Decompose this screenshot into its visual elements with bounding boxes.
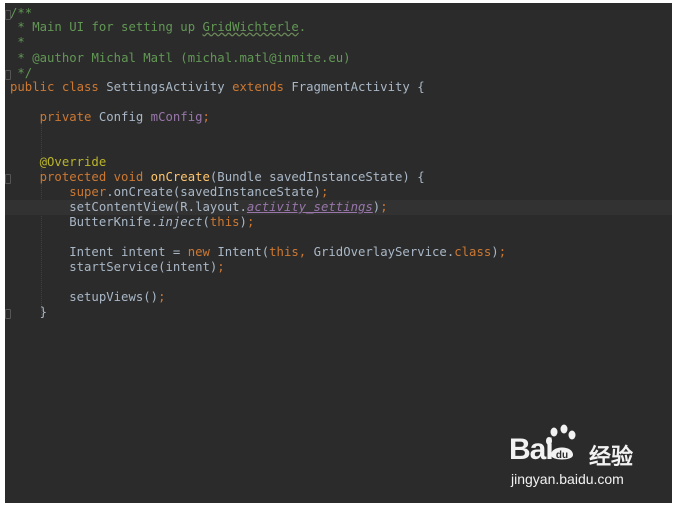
method-name: onCreate xyxy=(150,170,210,184)
code-line-14[interactable]: startService(intent); xyxy=(5,260,672,275)
code-line-1[interactable]: /** xyxy=(5,6,672,21)
paren: ) xyxy=(491,245,499,259)
method-call: startService(intent) xyxy=(10,260,218,274)
keyword: this xyxy=(269,245,299,259)
code-line-9[interactable]: protected void onCreate(Bundle savedInst… xyxy=(5,170,672,185)
static-method: inject xyxy=(158,215,203,229)
method-call: setupViews() xyxy=(10,290,159,304)
comment-text: Main UI for setting up xyxy=(32,20,203,34)
keyword: protected void xyxy=(10,170,151,184)
keyword: this xyxy=(209,215,240,229)
code-line-15[interactable]: setupViews(); xyxy=(5,290,672,305)
comma: , xyxy=(298,245,314,259)
comment-text: * xyxy=(10,51,33,65)
javadoc-tag: @author xyxy=(32,51,85,65)
comment-text: */ xyxy=(10,66,33,80)
keyword: class xyxy=(454,245,492,259)
semicolon: ; xyxy=(217,260,225,274)
type-name: Config xyxy=(98,110,151,124)
comment-text: * xyxy=(10,35,25,49)
method-call: setContentView(R.layout. xyxy=(10,200,247,214)
method-call: .onCreate(savedInstanceState) xyxy=(106,185,321,199)
code-line-13[interactable]: Intent intent = new Intent(this, GridOve… xyxy=(5,245,672,260)
code-line-6[interactable]: public class SettingsActivity extends Fr… xyxy=(5,80,672,95)
comment-text: * xyxy=(10,20,33,34)
keyword: new xyxy=(187,245,218,259)
watermark-url: jingyan.baidu.com xyxy=(511,471,624,487)
constructor-call: Intent( xyxy=(217,245,270,259)
field-name: mConfig xyxy=(150,110,203,124)
paren: ( xyxy=(202,215,210,229)
spelling-warning-text: GridWichterle xyxy=(202,20,299,34)
keyword: super xyxy=(10,185,107,199)
variable-decl: Intent intent = xyxy=(10,245,188,259)
semicolon: ; xyxy=(498,245,507,259)
semicolon: ; xyxy=(246,215,255,229)
semicolon: ; xyxy=(320,185,329,199)
code-line-10[interactable]: super.onCreate(savedInstanceState); xyxy=(5,185,672,200)
code-line-16[interactable]: } xyxy=(5,305,672,320)
comment-text: /** xyxy=(10,6,33,20)
class-name: FragmentActivity { xyxy=(291,80,425,94)
code-line-12[interactable]: ButterKnife.inject(this); xyxy=(5,215,672,230)
svg-text:du: du xyxy=(556,450,568,461)
semicolon: ; xyxy=(158,290,166,304)
closing-brace: } xyxy=(10,305,48,319)
paren: ) xyxy=(239,215,247,229)
code-line-7[interactable]: private Config mConfig; xyxy=(5,110,672,125)
comment-text: Michal Matl (michal.matl@inmite.eu) xyxy=(84,51,351,65)
keyword: private xyxy=(10,110,99,124)
keyword: extends xyxy=(232,80,292,94)
resource-reference[interactable]: activity_settings xyxy=(247,200,373,214)
code-line-11-current[interactable]: setContentView(R.layout.activity_setting… xyxy=(5,200,672,215)
watermark-chinese: 经验 xyxy=(589,445,634,470)
code-line-2[interactable]: * Main UI for setting up GridWichterle. xyxy=(5,20,672,35)
paw-icon: du xyxy=(546,424,576,461)
comment-text: . xyxy=(298,20,307,34)
code-line-8[interactable]: @Override xyxy=(5,155,672,170)
annotation: @Override xyxy=(10,155,107,169)
semicolon: ; xyxy=(380,200,388,214)
code-line-3[interactable]: * xyxy=(5,35,672,50)
code-line-5[interactable]: */ xyxy=(5,66,672,81)
code-line-4[interactable]: * @author Michal Matl (michal.matl@inmit… xyxy=(5,51,672,66)
semicolon: ; xyxy=(202,110,210,124)
class-name: ButterKnife. xyxy=(10,215,159,229)
class-name: SettingsActivity xyxy=(106,80,233,94)
keyword: public class xyxy=(10,80,107,94)
class-name: GridOverlayService. xyxy=(313,245,455,259)
baidu-jingyan-watermark: Baidu du 经验 jingyan.baidu.com xyxy=(509,423,639,493)
method-params: (Bundle savedInstanceState) { xyxy=(209,170,425,184)
